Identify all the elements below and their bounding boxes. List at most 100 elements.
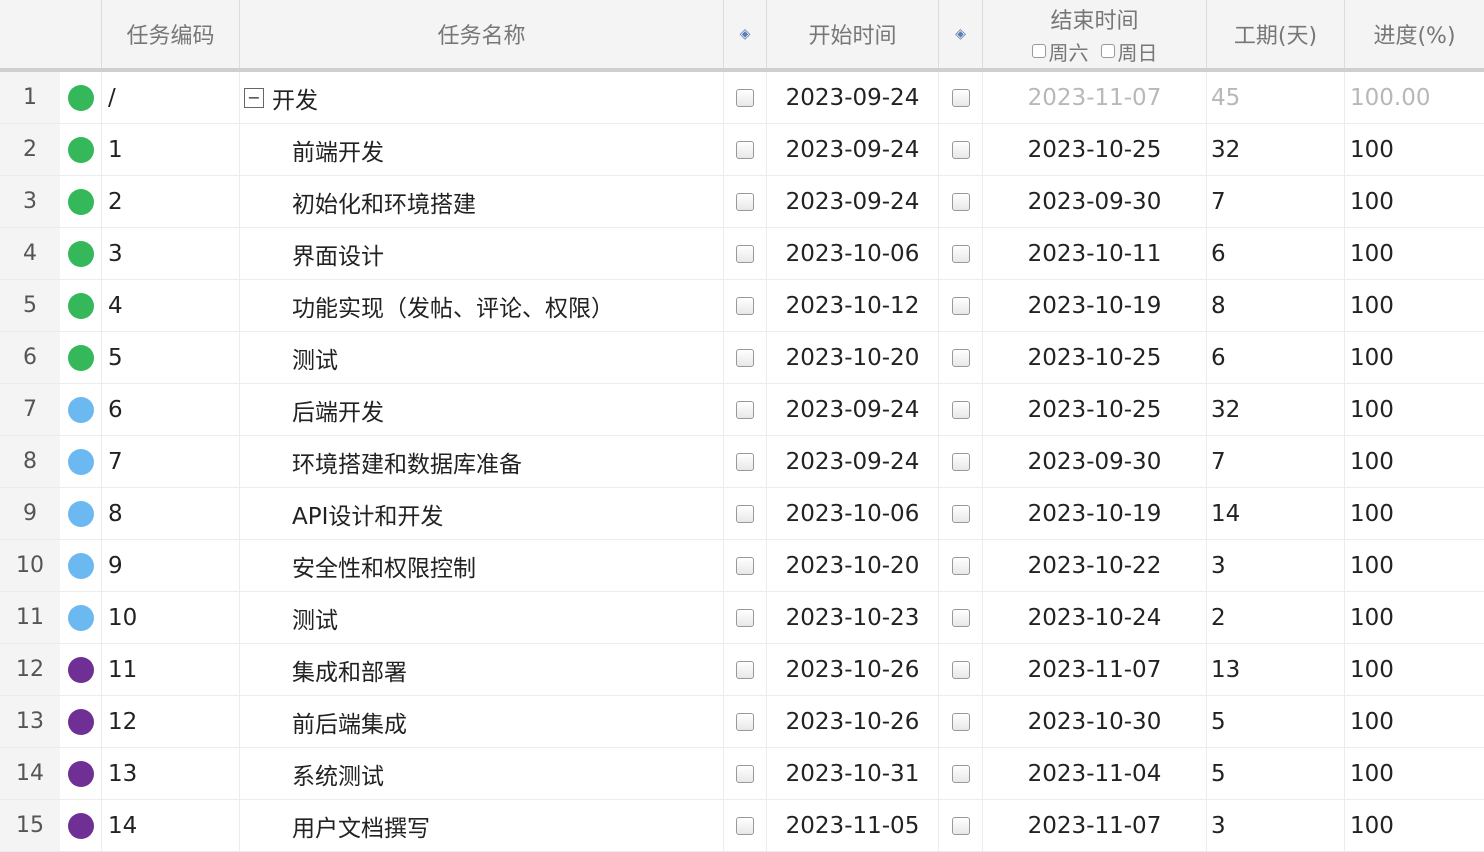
start-lock-checkbox[interactable]: [736, 348, 754, 367]
task-code-cell[interactable]: 12: [102, 696, 240, 747]
start-lock-checkbox[interactable]: [736, 452, 754, 471]
task-name-cell[interactable]: 环境搭建和数据库准备: [240, 436, 724, 487]
end-lock-checkbox[interactable]: [951, 192, 970, 211]
end-lock-checkbox[interactable]: [951, 556, 970, 575]
table-row[interactable]: 2 1 前端开发 2023-09-24 2023-10-25 32 100: [0, 124, 1484, 176]
task-name-cell[interactable]: 集成和部署: [240, 644, 724, 695]
end-date-cell[interactable]: 2023-09-30: [983, 436, 1207, 487]
table-row[interactable]: 8 7 环境搭建和数据库准备 2023-09-24 2023-09-30 7 100: [0, 436, 1484, 488]
start-date-cell[interactable]: 2023-10-26: [767, 644, 939, 695]
table-row[interactable]: 9 8 API设计和开发 2023-10-06 2023-10-19 14 100: [0, 488, 1484, 540]
end-lock-cell[interactable]: [939, 592, 983, 643]
header-code[interactable]: 任务编码: [102, 0, 240, 68]
header-duration[interactable]: 工期(天): [1207, 0, 1345, 68]
duration-cell[interactable]: 5: [1207, 696, 1345, 747]
end-date-cell[interactable]: 2023-11-07: [983, 72, 1207, 123]
end-lock-cell[interactable]: [939, 280, 983, 331]
progress-cell[interactable]: 100: [1345, 644, 1484, 695]
end-lock-checkbox[interactable]: [951, 764, 970, 783]
start-lock-checkbox[interactable]: [736, 88, 754, 107]
start-lock-cell[interactable]: [724, 176, 767, 227]
task-name-cell[interactable]: 前后端集成: [240, 696, 724, 747]
start-date-cell[interactable]: 2023-09-24: [767, 384, 939, 435]
start-lock-checkbox[interactable]: [736, 608, 754, 627]
start-lock-checkbox[interactable]: [736, 660, 754, 679]
progress-cell[interactable]: 100: [1345, 592, 1484, 643]
table-row[interactable]: 1 / − 开发 2023-09-24 2023-11-07 45 100.00: [0, 72, 1484, 124]
sunday-checkbox[interactable]: [1100, 44, 1115, 58]
start-date-cell[interactable]: 2023-10-06: [767, 228, 939, 279]
task-name-cell[interactable]: 初始化和环境搭建: [240, 176, 724, 227]
header-name[interactable]: 任务名称: [240, 0, 724, 68]
duration-cell[interactable]: 32: [1207, 384, 1345, 435]
header-start-lock[interactable]: ◈: [724, 0, 767, 68]
end-lock-cell[interactable]: [939, 436, 983, 487]
progress-cell[interactable]: 100: [1345, 124, 1484, 175]
start-lock-cell[interactable]: [724, 332, 767, 383]
end-lock-cell[interactable]: [939, 488, 983, 539]
progress-cell[interactable]: 100: [1345, 800, 1484, 851]
end-lock-cell[interactable]: [939, 72, 983, 123]
progress-cell[interactable]: 100: [1345, 436, 1484, 487]
start-lock-cell[interactable]: [724, 228, 767, 279]
start-date-cell[interactable]: 2023-10-26: [767, 696, 939, 747]
end-lock-checkbox[interactable]: [951, 244, 970, 263]
start-lock-checkbox[interactable]: [736, 400, 754, 419]
end-lock-cell[interactable]: [939, 176, 983, 227]
end-date-cell[interactable]: 2023-10-19: [983, 488, 1207, 539]
end-date-cell[interactable]: 2023-11-07: [983, 800, 1207, 851]
duration-cell[interactable]: 3: [1207, 540, 1345, 591]
end-lock-cell[interactable]: [939, 644, 983, 695]
task-name-cell[interactable]: − 开发: [240, 72, 724, 123]
table-row[interactable]: 4 3 界面设计 2023-10-06 2023-10-11 6 100: [0, 228, 1484, 280]
start-date-cell[interactable]: 2023-09-24: [767, 124, 939, 175]
start-date-cell[interactable]: 2023-10-31: [767, 748, 939, 799]
task-code-cell[interactable]: 11: [102, 644, 240, 695]
task-name-cell[interactable]: API设计和开发: [240, 488, 724, 539]
progress-cell[interactable]: 100: [1345, 540, 1484, 591]
duration-cell[interactable]: 7: [1207, 436, 1345, 487]
start-lock-cell[interactable]: [724, 644, 767, 695]
end-lock-checkbox[interactable]: [951, 296, 970, 315]
end-lock-checkbox[interactable]: [951, 400, 970, 419]
start-lock-cell[interactable]: [724, 72, 767, 123]
duration-cell[interactable]: 5: [1207, 748, 1345, 799]
duration-cell[interactable]: 14: [1207, 488, 1345, 539]
start-lock-checkbox[interactable]: [736, 816, 754, 835]
end-lock-checkbox[interactable]: [951, 816, 970, 835]
progress-cell[interactable]: 100: [1345, 332, 1484, 383]
start-lock-checkbox[interactable]: [736, 192, 754, 211]
table-row[interactable]: 3 2 初始化和环境搭建 2023-09-24 2023-09-30 7 100: [0, 176, 1484, 228]
end-date-cell[interactable]: 2023-10-25: [983, 332, 1207, 383]
table-row[interactable]: 10 9 安全性和权限控制 2023-10-20 2023-10-22 3 100: [0, 540, 1484, 592]
table-row[interactable]: 11 10 测试 2023-10-23 2023-10-24 2 100: [0, 592, 1484, 644]
start-lock-checkbox[interactable]: [736, 712, 754, 731]
progress-cell[interactable]: 100.00: [1345, 72, 1484, 123]
end-date-cell[interactable]: 2023-10-24: [983, 592, 1207, 643]
duration-cell[interactable]: 2: [1207, 592, 1345, 643]
end-date-cell[interactable]: 2023-10-25: [983, 124, 1207, 175]
table-row[interactable]: 6 5 测试 2023-10-20 2023-10-25 6 100: [0, 332, 1484, 384]
start-date-cell[interactable]: 2023-09-24: [767, 436, 939, 487]
table-row[interactable]: 12 11 集成和部署 2023-10-26 2023-11-07 13 100: [0, 644, 1484, 696]
progress-cell[interactable]: 100: [1345, 748, 1484, 799]
task-name-cell[interactable]: 前端开发: [240, 124, 724, 175]
task-code-cell[interactable]: 4: [102, 280, 240, 331]
table-row[interactable]: 14 13 系统测试 2023-10-31 2023-11-04 5 100: [0, 748, 1484, 800]
sunday-option[interactable]: 周日: [1100, 37, 1158, 66]
start-lock-cell[interactable]: [724, 384, 767, 435]
end-date-cell[interactable]: 2023-09-30: [983, 176, 1207, 227]
end-lock-cell[interactable]: [939, 332, 983, 383]
task-code-cell[interactable]: 14: [102, 800, 240, 851]
end-date-cell[interactable]: 2023-10-30: [983, 696, 1207, 747]
end-lock-cell[interactable]: [939, 696, 983, 747]
end-date-cell[interactable]: 2023-10-11: [983, 228, 1207, 279]
start-lock-cell[interactable]: [724, 592, 767, 643]
header-start[interactable]: 开始时间: [767, 0, 939, 68]
progress-cell[interactable]: 100: [1345, 384, 1484, 435]
start-date-cell[interactable]: 2023-09-24: [767, 176, 939, 227]
start-lock-checkbox[interactable]: [736, 244, 754, 263]
duration-cell[interactable]: 13: [1207, 644, 1345, 695]
end-lock-cell[interactable]: [939, 800, 983, 851]
progress-cell[interactable]: 100: [1345, 696, 1484, 747]
